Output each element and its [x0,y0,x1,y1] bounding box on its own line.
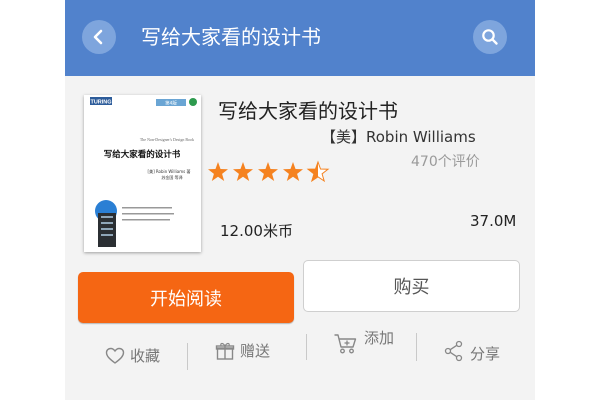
share-label: 分享 [470,344,501,363]
cart-add-icon [334,334,357,354]
favorite-label: 收藏 [130,347,161,365]
page-title: 写给大家看的设计书 [141,25,321,49]
cover-panel-line [101,234,113,236]
share-action[interactable]: 分享 [443,340,501,363]
star-rating-graphic [208,160,330,183]
star-rating [206,160,336,184]
publisher-name: TURING [90,100,111,106]
back-button[interactable] [82,20,116,54]
action-divider [187,343,188,370]
cover-english-title: The Non-Designer's Design Book [140,137,194,142]
search-icon [482,29,498,45]
cover-badge-dot [189,98,197,106]
book-detail-screen: 写给大家看的设计书 TURING 第4版 The Non-Designer's … [65,0,535,400]
star-icon [208,162,228,181]
add-action[interactable]: 添加 [333,328,395,356]
action-divider [416,333,417,361]
cover-panel-line [101,228,113,230]
gift-action[interactable]: 赠送 [215,340,270,361]
star-icon [306,160,330,183]
book-cover[interactable]: TURING 第4版 The Non-Designer's Design Boo… [84,95,201,252]
buy-button[interactable]: 购买 [303,260,520,312]
cover-panel-line [101,216,113,218]
action-divider [306,334,307,360]
right-margin [535,0,600,400]
star-icon [233,162,253,181]
left-margin [0,0,65,400]
search-button[interactable] [473,20,507,54]
cover-author-line: [美] Robin Williams 著 [148,168,191,174]
share-icon [444,340,463,362]
book-cover-image: TURING 第4版 The Non-Designer's Design Boo… [84,95,201,252]
cover-chinese-title: 写给大家看的设计书 [104,149,181,160]
cover-translator-line: 苏金国 等译 [161,174,182,180]
add-label: 添加 [364,328,395,347]
edition-label: 第4版 [165,100,177,107]
gift-label: 赠送 [240,342,271,360]
chevron-left-icon [93,29,103,45]
file-size: 37.0M [470,212,517,230]
top-bar: 写给大家看的设计书 [65,0,535,76]
start-reading-button[interactable]: 开始阅读 [78,272,294,323]
gift-icon [215,342,235,360]
star-icon [258,162,278,181]
book-author[interactable]: 【美】Robin Williams [321,127,476,147]
star-icon [283,162,303,181]
rating-count[interactable]: 470个评价 [411,152,480,172]
book-price: 12.00米币 [220,222,293,240]
favorite-action[interactable]: 收藏 [105,345,160,366]
book-title: 写给大家看的设计书 [218,99,398,123]
heart-icon [105,347,125,364]
cover-panel-line [101,222,113,224]
